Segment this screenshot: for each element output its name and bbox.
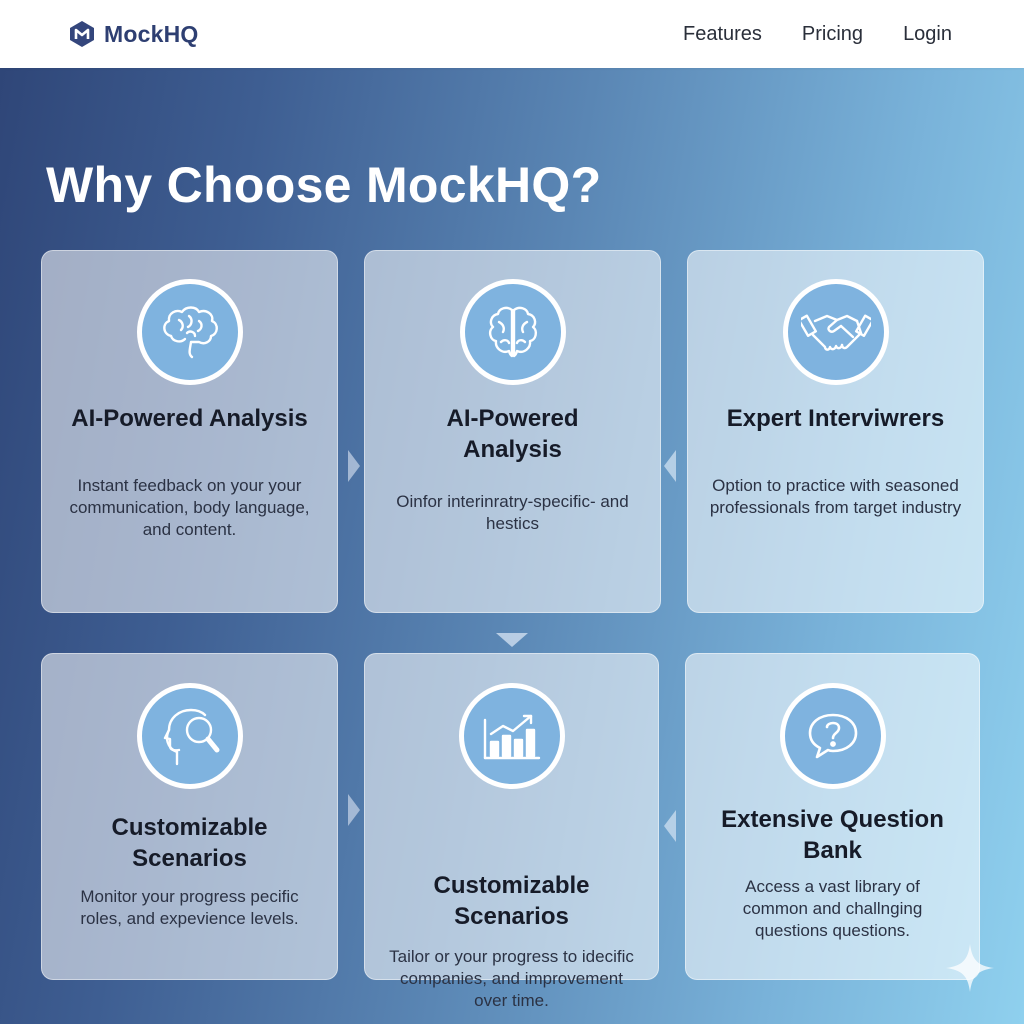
connector-arrow-down-icon — [496, 633, 528, 647]
card-title: Extensive Question Bank — [721, 806, 944, 864]
feature-card-customizable-scenarios-2[interactable]: Customizable Scenarios Tailor or your pr… — [364, 653, 659, 1010]
features-section: Why Choose MockHQ? AI-Powered Analysis I… — [0, 68, 1024, 1024]
brain-icon — [136, 279, 243, 385]
feature-card-question-bank[interactable]: Extensive Question Bank Access a vast li… — [685, 653, 980, 980]
nav-link-pricing[interactable]: Pricing — [802, 23, 863, 46]
brand-logo[interactable]: MockHQ — [68, 20, 199, 48]
feature-card-expert-interviewers[interactable]: Expert Interviwrers Option to practice w… — [687, 250, 984, 613]
brain-icon — [459, 279, 566, 385]
feature-card-ai-analysis-1[interactable]: AI-Powered Analysis Instant feedback on … — [41, 250, 338, 613]
connector-arrow-right-icon — [348, 794, 360, 826]
connector-arrow-right-icon — [348, 450, 360, 482]
card-description: Option to practice with seasoned profess… — [709, 476, 962, 517]
handshake-icon — [782, 279, 889, 385]
card-title: AI-Powered Analysis — [71, 405, 308, 432]
question-bubble-icon — [779, 683, 886, 789]
card-description: Oinfor interinratry-specific- and hestic… — [396, 492, 629, 533]
nav-link-features[interactable]: Features — [683, 23, 762, 46]
connector-arrow-left-icon — [664, 450, 676, 482]
card-title: Customizable Scenarios — [433, 872, 590, 930]
card-description: Instant feedback on your your communicat… — [69, 476, 310, 539]
feature-card-customizable-scenarios-1[interactable]: Customizable Scenarios Monitor your prog… — [41, 653, 338, 980]
card-description: Monitor your progress pecific roles, and… — [80, 887, 299, 928]
sparkle-icon — [946, 944, 994, 992]
card-description: Access a vast library of common and chal… — [742, 877, 923, 940]
card-title: AI-Powered Analysis — [446, 405, 579, 463]
nav-links: Features Pricing Login — [683, 23, 952, 46]
card-description: Tailor or your progress to idecific comp… — [389, 947, 634, 1010]
section-title: Why Choose MockHQ? — [46, 157, 602, 213]
feature-card-ai-analysis-2[interactable]: AI-Powered Analysis Oinfor interinratry-… — [364, 250, 661, 613]
connector-arrow-left-icon — [664, 810, 676, 842]
card-title: Expert Interviwrers — [726, 405, 945, 432]
head-search-icon — [136, 683, 243, 789]
brand-name: MockHQ — [104, 20, 199, 47]
bar-chart-icon — [458, 683, 565, 789]
nav-link-login[interactable]: Login — [903, 23, 952, 46]
hexagon-logo-icon — [70, 21, 94, 47]
card-title: Customizable Scenarios — [111, 814, 268, 872]
top-navbar: MockHQ Features Pricing Login — [0, 0, 1024, 68]
